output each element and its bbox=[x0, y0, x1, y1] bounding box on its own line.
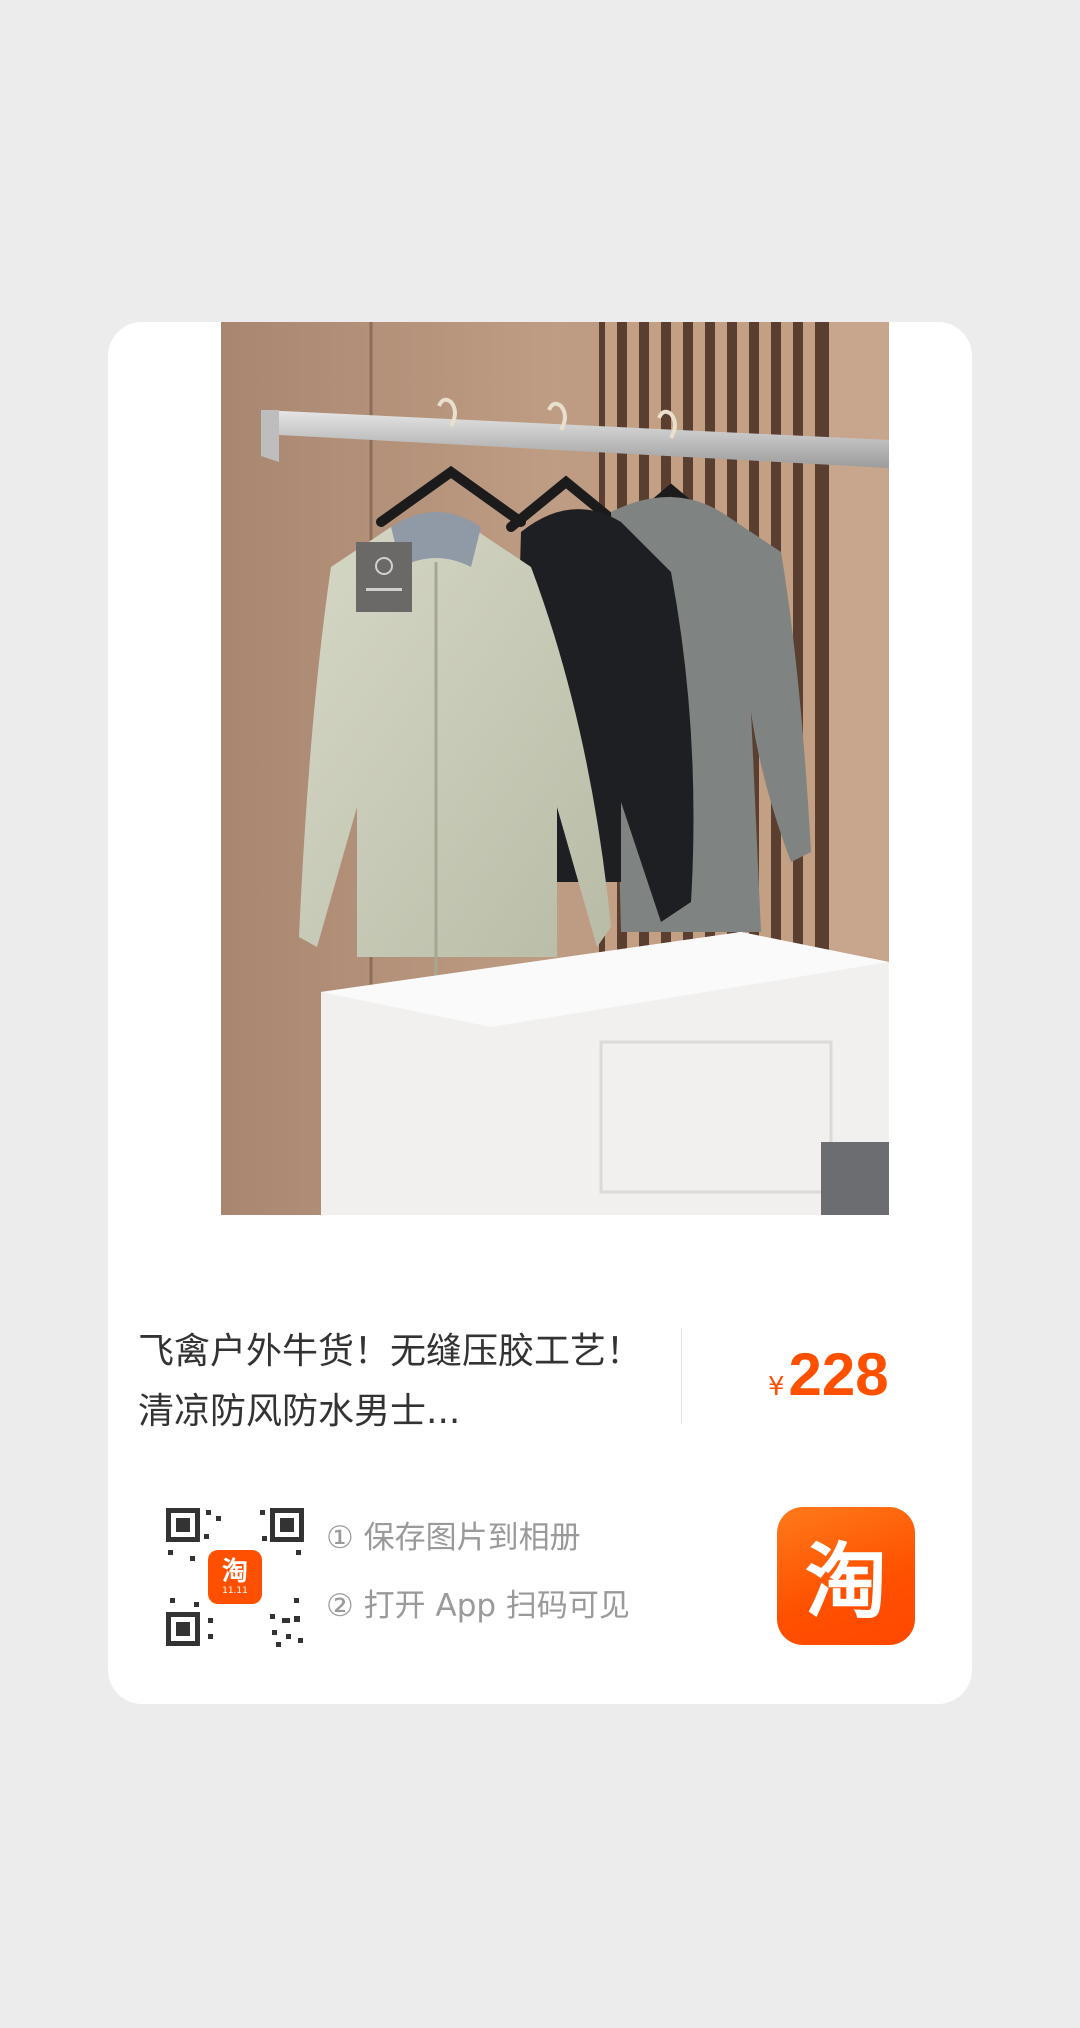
qr-center-caption: 11.11 bbox=[222, 1586, 248, 1596]
divider bbox=[681, 1328, 682, 1424]
share-instructions: ① 保存图片到相册 ② 打开 App 扫码可见 bbox=[326, 1510, 630, 1646]
taobao-11-11-icon: 淘 11.11 bbox=[208, 1550, 262, 1604]
instruction-step-2: ② 打开 App 扫码可见 bbox=[326, 1588, 630, 1624]
price-amount: 228 bbox=[788, 1341, 889, 1408]
taobao-logo-icon[interactable]: 淘 bbox=[777, 1507, 915, 1645]
product-title[interactable]: 飞禽户外牛货！无缝压胶工艺！清凉防风防水男士... bbox=[138, 1322, 658, 1442]
qr-center-logo-char: 淘 bbox=[221, 1557, 248, 1587]
price: ¥ 228 bbox=[768, 1340, 889, 1409]
qr-code[interactable]: 淘 11.11 bbox=[164, 1506, 306, 1648]
share-card: 飞禽户外牛货！无缝压胶工艺！清凉防风防水男士... ¥ 228 淘 11.11 … bbox=[108, 322, 972, 1704]
currency-symbol: ¥ bbox=[768, 1372, 785, 1402]
product-image[interactable] bbox=[221, 322, 889, 1215]
taobao-logo-char: 淘 bbox=[804, 1534, 887, 1630]
instruction-step-1: ① 保存图片到相册 bbox=[326, 1520, 581, 1556]
